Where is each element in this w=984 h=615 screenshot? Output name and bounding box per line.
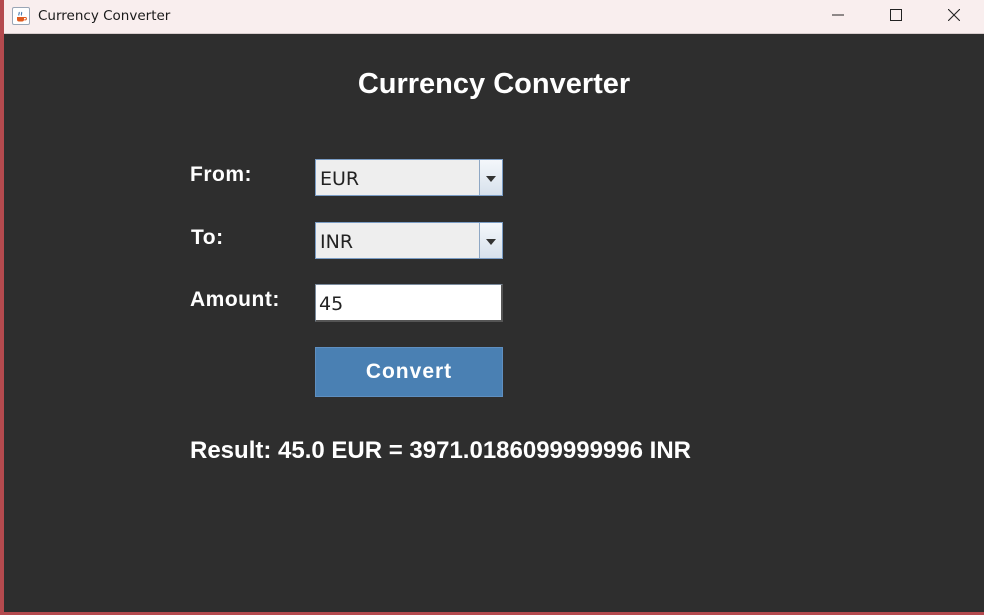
title-bar[interactable]: Currency Converter (4, 0, 984, 34)
to-label: To: (191, 226, 224, 249)
amount-input[interactable] (315, 284, 503, 322)
app-window: Currency Converter Currency Converter Fr… (4, 0, 984, 612)
from-currency-select[interactable]: EUR (315, 159, 503, 196)
main-panel: Currency Converter From: EUR To: INR Amo… (4, 35, 984, 612)
chevron-down-icon (486, 232, 496, 250)
from-dropdown-button[interactable] (479, 160, 502, 195)
convert-button[interactable]: Convert (315, 347, 503, 397)
to-currency-select[interactable]: INR (315, 222, 503, 259)
window-title: Currency Converter (38, 8, 171, 24)
from-currency-value: EUR (320, 168, 360, 190)
from-label: From: (190, 163, 252, 186)
close-button[interactable] (925, 0, 983, 33)
maximize-icon (890, 8, 902, 26)
chevron-down-icon (486, 169, 496, 187)
minimize-button[interactable] (809, 0, 867, 33)
result-text: Result: 45.0 EUR = 3971.0186099999996 IN… (190, 437, 691, 464)
minimize-icon (832, 8, 844, 26)
close-icon (947, 8, 961, 26)
page-title: Currency Converter (357, 68, 631, 100)
maximize-button[interactable] (867, 0, 925, 33)
to-dropdown-button[interactable] (479, 223, 502, 258)
amount-label: Amount: (190, 288, 280, 311)
to-currency-value: INR (320, 231, 354, 253)
java-cup-icon (12, 7, 30, 25)
